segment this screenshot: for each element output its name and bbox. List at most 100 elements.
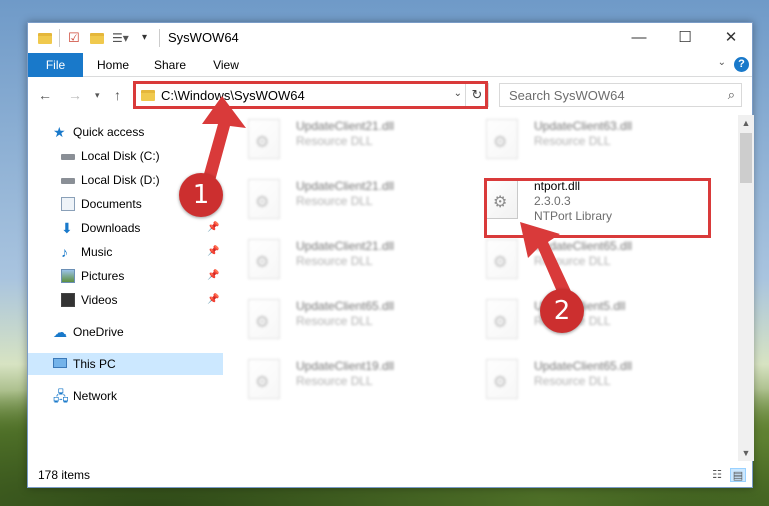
sidebar-item-label: Music	[81, 245, 113, 259]
list-item[interactable]: UpdateClient21.dll Resource DLL	[224, 175, 454, 227]
sidebar-item-music[interactable]: ♪ Music 📌	[28, 241, 223, 263]
back-arrow-icon[interactable]: ←	[38, 87, 52, 103]
quick-access-toolbar-icon[interactable]: ☰▾	[112, 30, 129, 46]
file-description: Resource DLL	[296, 134, 373, 148]
up-arrow-icon[interactable]: ↑	[114, 87, 121, 103]
forward-arrow-icon[interactable]: →	[68, 87, 82, 103]
cloud-icon: ☁	[53, 324, 67, 340]
sidebar-item-label: Pictures	[81, 269, 125, 283]
dll-file-icon	[248, 299, 280, 339]
maximize-button[interactable]: ☐	[662, 23, 708, 53]
file-name: UpdateClient21.dll	[296, 239, 395, 253]
sidebar-item-label: Downloads	[81, 221, 141, 235]
sidebar-item-label: Videos	[81, 293, 118, 307]
sidebar-item-pictures[interactable]: Pictures 📌	[28, 265, 223, 287]
file-description: Resource DLL	[296, 194, 373, 208]
sidebar-item-this-pc[interactable]: This PC	[28, 353, 223, 375]
search-box[interactable]: Search SysWOW64 ⌕	[499, 83, 742, 107]
pin-icon[interactable]: 📌	[207, 265, 219, 287]
file-name: UpdateClient65.dll	[534, 359, 633, 373]
sidebar-item-label: Quick access	[73, 125, 145, 139]
scroll-up-icon[interactable]: ▲	[738, 115, 754, 131]
sidebar-item-network[interactable]: 🖧 Network	[28, 385, 223, 407]
expand-ribbon-icon[interactable]: ⌄	[718, 57, 726, 68]
dll-file-icon	[486, 239, 518, 279]
tiles-view-icon[interactable]: ▤	[730, 468, 746, 482]
file-description: Resource DLL	[534, 134, 611, 148]
address-highlight-box	[133, 81, 488, 109]
file-name: UpdateClient65.dll	[296, 299, 395, 313]
sidebar-item-label: Local Disk (D:)	[81, 173, 160, 187]
item-count: 178 items	[38, 468, 91, 482]
file-highlight-box	[484, 178, 711, 238]
scroll-down-icon[interactable]: ▼	[738, 445, 754, 461]
divider	[159, 29, 160, 47]
list-item[interactable]: UpdateClient63.dll Resource DLL	[462, 115, 692, 167]
close-button[interactable]: ✕	[708, 23, 754, 53]
star-icon: ★	[53, 124, 66, 140]
disk-icon	[61, 154, 75, 160]
list-item[interactable]: UpdateClient21.dll Resource DLL	[224, 235, 454, 287]
divider	[59, 29, 60, 47]
minimize-button[interactable]: —	[616, 23, 662, 53]
ribbon: File Home Share View ⌄ ?	[28, 53, 752, 77]
file-name: UpdateClient19.dll	[296, 359, 395, 373]
dll-file-icon	[248, 239, 280, 279]
recent-locations-chevron-icon[interactable]: ▾	[95, 90, 100, 101]
download-icon: ⬇	[61, 220, 73, 236]
sidebar-item-label: Local Disk (C:)	[81, 149, 160, 163]
network-icon: 🖧	[53, 388, 69, 404]
pin-icon[interactable]: 📌	[207, 217, 219, 239]
list-item[interactable]: UpdateClient21.dll Resource DLL	[224, 115, 454, 167]
file-name: UpdateClient21.dll	[296, 179, 395, 193]
dll-file-icon	[486, 359, 518, 399]
tab-share[interactable]: Share	[146, 53, 194, 77]
dll-file-icon	[248, 179, 280, 219]
tab-file[interactable]: File	[28, 53, 83, 77]
pictures-icon	[61, 269, 75, 283]
file-description: Resource DLL	[296, 314, 373, 328]
folder-icon	[38, 30, 54, 46]
new-folder-icon[interactable]	[90, 30, 106, 46]
dll-file-icon	[486, 119, 518, 159]
file-description: Resource DLL	[534, 374, 611, 388]
title-bar: ☑ ☰▾ ▾ SysWOW64 — ☐ ✕	[28, 23, 752, 53]
search-input[interactable]: Search SysWOW64	[509, 88, 625, 103]
sidebar-item-label: OneDrive	[73, 325, 124, 339]
dll-file-icon	[248, 359, 280, 399]
tab-home[interactable]: Home	[90, 53, 136, 77]
file-name: UpdateClient21.dll	[296, 119, 395, 133]
pin-icon[interactable]: 📌	[207, 241, 219, 263]
file-description: Resource DLL	[296, 374, 373, 388]
sidebar-item-label: This PC	[73, 357, 116, 371]
list-item[interactable]: UpdateClient65.dll Resource DLL	[462, 355, 692, 407]
scroll-thumb[interactable]	[740, 133, 752, 183]
tab-view[interactable]: View	[204, 53, 248, 77]
disk-icon	[61, 178, 75, 184]
list-item[interactable]: UpdateClient19.dll Resource DLL	[224, 355, 454, 407]
window-title: SysWOW64	[168, 30, 239, 45]
sidebar-item-label: Network	[73, 389, 118, 403]
vertical-scrollbar[interactable]: ▲ ▼	[738, 115, 754, 461]
file-name: UpdateClient63.dll	[534, 119, 633, 133]
file-list: UpdateClient21.dll Resource DLL UpdateCl…	[224, 115, 739, 461]
search-icon[interactable]: ⌕	[728, 87, 735, 103]
list-item[interactable]: UpdateClient65.dll Resource DLL	[224, 295, 454, 347]
help-icon[interactable]: ?	[734, 57, 749, 72]
sidebar-item-downloads[interactable]: ⬇ Downloads 📌	[28, 217, 223, 239]
customize-toolbar-icon[interactable]: ▾	[142, 30, 158, 46]
music-icon: ♪	[61, 244, 68, 260]
file-description: Resource DLL	[296, 254, 373, 268]
dll-file-icon	[486, 299, 518, 339]
details-view-icon[interactable]: ☷	[709, 468, 725, 482]
dll-file-icon	[248, 119, 280, 159]
pin-icon[interactable]: 📌	[207, 289, 219, 311]
step-2-badge: 2	[540, 289, 584, 333]
step-1-badge: 1	[179, 173, 223, 217]
sidebar-item-videos[interactable]: Videos 📌	[28, 289, 223, 311]
sidebar-item-label: Documents	[81, 197, 142, 211]
status-bar: 178 items ☷ ▤	[28, 463, 752, 487]
computer-icon	[53, 358, 67, 368]
sidebar-item-onedrive[interactable]: ☁ OneDrive	[28, 321, 223, 343]
properties-icon[interactable]: ☑	[68, 30, 84, 46]
